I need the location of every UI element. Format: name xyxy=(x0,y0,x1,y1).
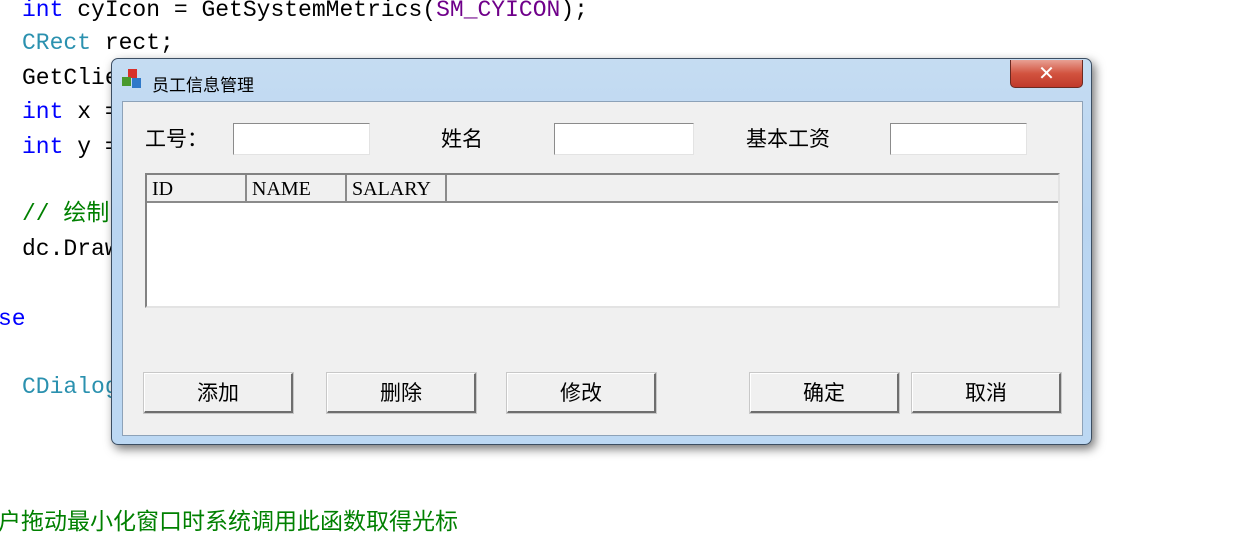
mfc-app-icon xyxy=(122,69,141,88)
code-token: 户拖动最小化窗口时系统调用此函数取得光标 xyxy=(0,510,458,536)
code-token: GetClie xyxy=(22,65,119,91)
code-token: rect; xyxy=(91,30,174,56)
salary-label: 基本工资 xyxy=(746,127,830,151)
code-token: CRect xyxy=(22,30,92,56)
column-header-salary[interactable]: SALARY xyxy=(347,175,447,201)
dialog-title: 员工信息管理 xyxy=(152,76,254,96)
column-header-name[interactable]: NAME xyxy=(247,175,347,201)
employee-id-label: 工号： xyxy=(145,127,208,151)
code-token: ); xyxy=(560,0,588,23)
code-line: int y = xyxy=(22,132,119,162)
delete-button[interactable]: 删除 xyxy=(326,372,477,414)
code-line: dc.Draw xyxy=(22,234,119,264)
list-header: ID NAME SALARY xyxy=(147,175,1058,203)
code-line: int cyIcon = GetSystemMetrics(SM_CYICON)… xyxy=(22,0,588,25)
add-button[interactable]: 添加 xyxy=(143,372,294,414)
close-button[interactable]: ✕ xyxy=(1010,60,1083,88)
modify-button[interactable]: 修改 xyxy=(506,372,657,414)
dialog-client-area: 工号： 姓名 基本工资 ID NAME SALARY 添加 删除 修改 确定 取… xyxy=(122,101,1083,436)
code-token: dc.Draw xyxy=(22,236,119,262)
code-line: // 绘制 xyxy=(22,199,109,229)
code-line: 户拖动最小化窗口时系统调用此函数取得光标 xyxy=(0,508,458,538)
code-token: CDialog xyxy=(22,374,119,400)
employee-id-input[interactable] xyxy=(233,123,370,155)
name-label: 姓名 xyxy=(441,127,483,151)
name-input[interactable] xyxy=(554,123,694,155)
code-token: // 绘制 xyxy=(22,201,110,227)
cancel-button[interactable]: 取消 xyxy=(911,372,1062,414)
code-line: int x = xyxy=(22,97,119,127)
code-token: int xyxy=(22,134,64,160)
ok-button[interactable]: 确定 xyxy=(749,372,900,414)
close-icon: ✕ xyxy=(1038,61,1055,85)
employee-list[interactable]: ID NAME SALARY xyxy=(145,173,1060,308)
salary-input[interactable] xyxy=(890,123,1027,155)
code-token: int xyxy=(22,0,64,23)
column-header-id[interactable]: ID xyxy=(147,175,247,201)
code-line: se xyxy=(0,304,26,334)
code-token: int xyxy=(22,99,64,125)
code-token: se xyxy=(0,306,26,332)
code-token: cyIcon = GetSystemMetrics( xyxy=(63,0,437,23)
code-token: SM_CYICON xyxy=(436,0,561,23)
code-line: GetClie xyxy=(22,63,119,93)
code-line: CRect rect; xyxy=(22,28,174,58)
code-line: CDialog xyxy=(22,372,119,402)
employee-dialog: 员工信息管理 ✕ 工号： 姓名 基本工资 ID NAME SALARY 添加 删… xyxy=(111,58,1092,445)
